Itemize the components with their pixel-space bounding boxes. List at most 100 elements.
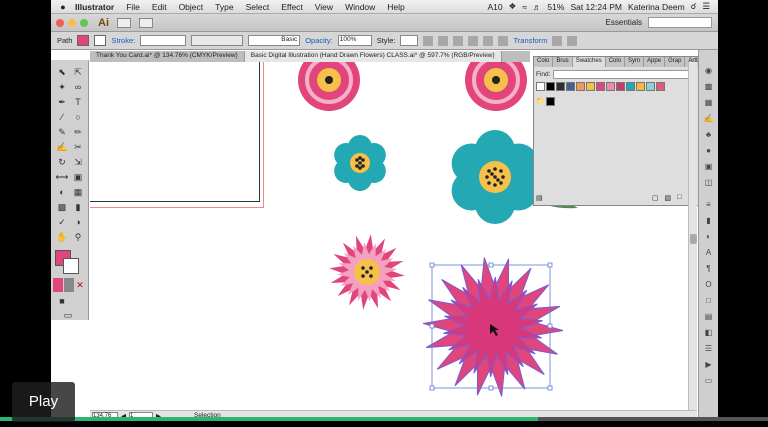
teal-flower-small-seed[interactable] bbox=[358, 156, 362, 160]
stroke-link[interactable]: Stroke: bbox=[111, 36, 135, 45]
pink-daisy-seed[interactable] bbox=[361, 274, 365, 278]
pen-tool-icon[interactable]: ✒ bbox=[55, 95, 69, 109]
tab-graphic-styles[interactable]: Grap bbox=[665, 57, 686, 67]
opentype-icon[interactable]: O bbox=[703, 280, 714, 290]
minimize-window-button[interactable] bbox=[68, 18, 76, 27]
close-window-button[interactable] bbox=[56, 18, 64, 27]
edit-icon[interactable] bbox=[567, 35, 578, 46]
vertical-scrollbar[interactable] bbox=[688, 62, 697, 410]
symbols-icon[interactable]: ♣ bbox=[703, 130, 714, 140]
magic-wand-tool-icon[interactable]: ✦ bbox=[55, 80, 69, 94]
type-tool-icon[interactable]: T bbox=[71, 95, 85, 109]
teal-flower-large-seed[interactable] bbox=[487, 169, 491, 173]
teal-flower-large-seed[interactable] bbox=[499, 169, 503, 173]
arrange-documents-button[interactable] bbox=[139, 17, 153, 28]
swatch-libraries-icon[interactable]: ▤ bbox=[536, 194, 543, 202]
tab-color-guide[interactable]: Colo bbox=[606, 57, 626, 67]
swatch-options-icon[interactable]: ▢ bbox=[652, 194, 659, 202]
align-top-icon[interactable] bbox=[498, 35, 509, 46]
selection-handle[interactable] bbox=[488, 262, 494, 268]
width-tool-icon[interactable]: ⟷ bbox=[55, 170, 69, 184]
selection-handle[interactable] bbox=[547, 262, 553, 268]
align-panel-icon[interactable]: ▤ bbox=[703, 312, 714, 322]
zoom-tool-icon[interactable]: ⚲ bbox=[71, 230, 85, 244]
teal-flower-large-seed[interactable] bbox=[487, 181, 491, 185]
align-left-icon[interactable] bbox=[453, 35, 464, 46]
zoom-window-button[interactable] bbox=[80, 18, 88, 27]
teal-flower-large-seed[interactable] bbox=[493, 175, 497, 179]
gradient-mode-icon[interactable] bbox=[64, 278, 74, 292]
graphic-styles-icon[interactable]: ▣ bbox=[703, 162, 714, 172]
selection-handle[interactable] bbox=[429, 323, 435, 329]
teal-flower-large-seed[interactable] bbox=[485, 175, 489, 179]
color-swatch[interactable] bbox=[636, 82, 645, 91]
clock[interactable]: Sat 12:24 PM bbox=[570, 2, 622, 12]
teal-flower-large-seed[interactable] bbox=[493, 183, 497, 187]
color-swatch[interactable] bbox=[626, 82, 635, 91]
teal-flower-small-seed[interactable] bbox=[358, 166, 362, 170]
tab-swatches[interactable]: Swatches bbox=[572, 57, 606, 67]
workspace-switcher[interactable]: Essentials bbox=[606, 18, 642, 27]
brush-definition-select[interactable]: Basic bbox=[248, 35, 301, 46]
eyedropper-tool-icon[interactable]: ✓ bbox=[55, 215, 69, 229]
recolor-artwork-icon[interactable] bbox=[423, 35, 434, 46]
video-progress-bar[interactable] bbox=[0, 417, 768, 421]
battery-status[interactable]: 51% bbox=[547, 2, 564, 12]
align-to-icon[interactable] bbox=[438, 35, 449, 46]
opacity-field[interactable]: 100% bbox=[337, 35, 372, 46]
stroke-color-box[interactable] bbox=[63, 258, 79, 274]
notification-icon[interactable]: ☰ bbox=[702, 1, 710, 12]
spotlight-icon[interactable]: ☌ bbox=[691, 1, 697, 12]
color-panel-icon[interactable]: ◉ bbox=[703, 66, 714, 76]
color-guide-icon[interactable]: ▩ bbox=[703, 82, 714, 92]
play-button[interactable]: Play bbox=[12, 382, 75, 422]
pink-swirl-dot-right[interactable] bbox=[492, 76, 500, 84]
stroke-panel-icon[interactable]: ≡ bbox=[703, 200, 714, 210]
color-swatch[interactable] bbox=[596, 82, 605, 91]
new-color-group-icon[interactable]: ▧ bbox=[665, 194, 672, 202]
mesh-tool-icon[interactable]: ▩ bbox=[55, 200, 69, 214]
pink-daisy-seed[interactable] bbox=[369, 266, 373, 270]
selection-handle[interactable] bbox=[429, 262, 435, 268]
vertical-scroll-thumb[interactable] bbox=[690, 234, 697, 244]
free-transform-tool-icon[interactable]: ▣ bbox=[71, 170, 85, 184]
opacity-link[interactable]: Opacity: bbox=[305, 36, 333, 45]
blend-tool-icon[interactable]: ◑ bbox=[71, 215, 85, 229]
gradient-tool-icon[interactable]: ▮ bbox=[71, 200, 85, 214]
wifi-icon[interactable]: ≈ bbox=[522, 2, 527, 12]
tab-thank-you-card[interactable]: Thank You Card.ai* @ 134.76% (CMYK/Previ… bbox=[90, 51, 245, 62]
color-swatch[interactable] bbox=[566, 82, 575, 91]
selection-handle[interactable] bbox=[547, 385, 553, 391]
help-search-input[interactable] bbox=[648, 17, 712, 28]
perspective-grid-tool-icon[interactable]: ▦ bbox=[71, 185, 85, 199]
hand-tool-icon[interactable]: ✋ bbox=[55, 230, 69, 244]
teal-flower-large-seed[interactable] bbox=[496, 178, 500, 182]
graphic-style-select[interactable] bbox=[400, 35, 419, 46]
shape-builder-tool-icon[interactable]: ◐ bbox=[55, 185, 69, 199]
color-group-folder-icon[interactable]: 📁 bbox=[536, 97, 545, 106]
color-mode-icon[interactable] bbox=[53, 278, 63, 292]
paintbrush-tool-icon[interactable]: ✎ bbox=[55, 125, 69, 139]
transparency-icon[interactable]: ◐ bbox=[703, 232, 714, 242]
teal-flower-small-seed[interactable] bbox=[361, 158, 365, 162]
teal-flower-large-seed[interactable] bbox=[490, 172, 494, 176]
pencil-tool-icon[interactable]: ✏ bbox=[71, 125, 85, 139]
swatch-black-group[interactable] bbox=[546, 97, 555, 106]
brushes-icon[interactable]: ✍ bbox=[703, 114, 714, 124]
pink-daisy-seed[interactable] bbox=[369, 274, 373, 278]
swatch-find-input[interactable] bbox=[553, 70, 690, 79]
tab-symbols[interactable]: Sym bbox=[625, 57, 645, 67]
tab-brushes[interactable]: Brus bbox=[553, 57, 573, 67]
bridge-button[interactable] bbox=[117, 17, 131, 28]
align-center-icon[interactable] bbox=[468, 35, 479, 46]
ellipse-tool-icon[interactable]: ○ bbox=[71, 110, 85, 124]
line-tool-icon[interactable]: ∕ bbox=[55, 110, 69, 124]
stroke-swatch[interactable] bbox=[94, 35, 107, 46]
selection-handle[interactable] bbox=[547, 323, 553, 329]
menu-edit[interactable]: Edit bbox=[146, 2, 173, 12]
screen-mode-icon[interactable]: ▭ bbox=[61, 308, 75, 322]
color-swatch[interactable] bbox=[646, 82, 655, 91]
teal-flower-small-seed[interactable] bbox=[355, 158, 359, 162]
color-swatch[interactable] bbox=[616, 82, 625, 91]
menu-window[interactable]: Window bbox=[339, 2, 381, 12]
